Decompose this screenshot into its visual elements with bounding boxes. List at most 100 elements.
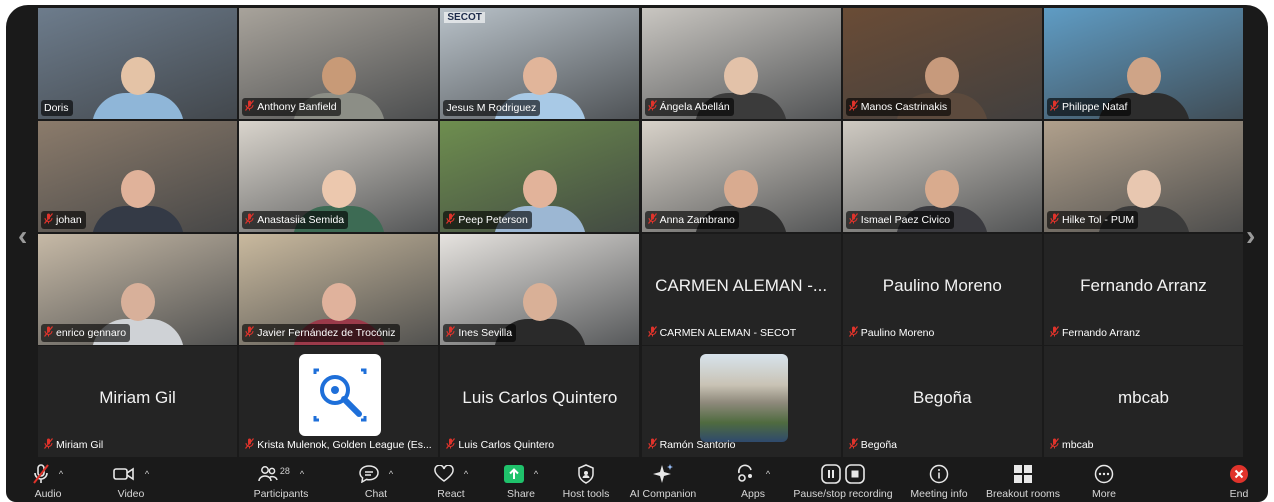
mic-muted-icon [446,325,456,340]
participant-count: 28 [279,466,290,476]
meeting-window: ‹ › Doris Anthony Banfield SECOT Jesus M Ro… [6,5,1268,502]
end-icon [1230,465,1248,483]
participant-tile[interactable]: Paulino Moreno Paulino Moreno [842,233,1042,345]
apps-button[interactable]: ^ Apps [728,462,778,500]
participant-name: johan [56,213,82,226]
participant-tile[interactable]: CARMEN ALEMAN -... CARMEN ALEMAN - SECOT [641,233,841,345]
react-options-caret[interactable]: ^ [464,469,468,479]
breakout-rooms-label: Breakout rooms [985,488,1061,500]
participant-name-label: Philippe Nataf [1047,98,1132,116]
participant-gallery: Doris Anthony Banfield SECOT Jesus M Rodrig… [38,8,1243,460]
stop-recording-icon[interactable] [845,464,865,484]
participant-display-name: Begoña [912,388,972,408]
video-button[interactable]: ^ Video [106,462,156,500]
participant-tile[interactable]: Ines Sevilla [440,233,640,345]
mic-muted-icon [245,325,255,340]
participant-tile[interactable]: enrico gennaro [38,233,237,345]
more-button[interactable]: More [1084,462,1124,500]
share-options-caret[interactable]: ^ [534,469,538,479]
ai-companion-button[interactable]: AI Companion [628,462,698,500]
chat-button[interactable]: ^ Chat [351,462,401,500]
breakout-rooms-button[interactable]: Breakout rooms [982,462,1064,500]
share-label: Share [506,488,536,500]
mic-muted-icon [44,212,53,227]
next-page-arrow[interactable]: › [1246,220,1255,252]
pause-recording-icon[interactable] [821,464,841,484]
participant-name-label: johan [41,210,86,229]
audio-label: Audio [34,488,62,500]
participant-tile[interactable]: SECOT Jesus M Rodriguez [440,8,640,119]
participant-tile[interactable]: Philippe Nataf [1044,8,1243,119]
participant-name: Philippe Nataf [1062,101,1128,113]
chat-icon [359,465,379,483]
participant-head [522,57,557,95]
participant-name: Krista Mulenok, Golden League (Es... [257,439,432,452]
participant-tile[interactable]: mbcab mbcab [1044,346,1243,458]
recording-button[interactable]: Pause/stop recording [788,462,898,500]
apps-options-caret[interactable]: ^ [766,469,770,479]
end-button[interactable]: End [1222,462,1256,500]
audio-options-caret[interactable]: ^ [59,469,63,479]
mic-muted-icon [1050,212,1059,227]
mic-muted-icon [245,100,255,114]
participant-torso [91,205,184,232]
mic-muted-icon [1050,325,1059,340]
participant-tile[interactable]: Peep Peterson [440,120,640,232]
participant-tile[interactable]: Doris [38,8,237,119]
participant-name-label: Krista Mulenok, Golden League (Es... [242,436,435,454]
participants-label: Participants [253,488,309,500]
apps-icon [737,464,752,482]
participants-options-caret[interactable]: ^ [300,469,304,479]
magnifier-icon [313,368,367,422]
share-button[interactable]: ^ Share [496,462,546,500]
mic-muted-icon [647,438,657,452]
video-options-caret[interactable]: ^ [145,469,149,479]
participant-tile[interactable]: Javier Fernández de Trocóniz [239,233,439,345]
host-tools-button[interactable]: Host tools [561,462,611,500]
participant-tile[interactable]: Fernando Arranz Fernando Arranz [1044,233,1243,345]
participant-display-name: Fernando Arranz [1080,275,1207,295]
prev-page-arrow[interactable]: ‹ [18,220,27,252]
participant-tile[interactable]: Krista Mulenok, Golden League (Es... [239,346,439,458]
participant-name: Luis Carlos Quintero [458,439,555,452]
participant-tile[interactable]: Anastasiia Semida [239,120,439,232]
participant-video [91,169,184,232]
participant-name-label: Ramón Santorio [645,436,740,454]
participant-tile[interactable]: johan [38,120,237,232]
participant-tile[interactable]: Luis Carlos Quintero Luis Carlos Quintero [440,346,640,458]
mic-muted-icon [446,212,456,227]
participant-video [91,57,184,119]
participant-tile[interactable]: Hilke Tol - PUM [1044,120,1243,232]
meeting-info-button[interactable]: Meeting info [906,462,972,500]
participant-name-label: Hilke Tol - PUM [1047,210,1139,229]
participant-tile[interactable]: Ismael Paez Civico [842,120,1042,232]
participant-name: Begoña [860,439,897,452]
participant-name: Anastasiia Semida [257,213,345,226]
participant-name: enrico gennaro [56,326,127,339]
participant-tile[interactable]: Miriam Gil Miriam Gil [38,346,237,458]
chat-options-caret[interactable]: ^ [389,469,393,479]
participant-head [120,282,155,321]
mic-muted-icon [44,325,53,340]
react-button[interactable]: ^ React [426,462,476,500]
participant-name-label: Javier Fernández de Trocóniz [242,323,400,342]
participant-tile[interactable]: Begoña Begoña [842,346,1042,458]
breakout-icon [1014,465,1032,483]
mic-muted-icon [647,212,657,227]
mic-muted-icon [848,438,858,452]
participant-tile[interactable]: Anna Zambrano [641,120,841,232]
participant-display-name: Paulino Moreno [882,275,1002,295]
participant-display-name: Miriam Gil [99,388,176,408]
participant-name: Fernando Arranz [1062,326,1141,339]
participants-button[interactable]: 28 ^ Participants [246,462,316,500]
participant-tile[interactable]: Manos Castrinakis [842,8,1042,119]
participant-name-label: Manos Castrinakis [845,98,952,116]
participant-tile[interactable]: Ramón Santorio [641,346,841,458]
participant-tile[interactable]: Ángela Abellán [641,8,841,119]
participant-head [1126,169,1161,208]
participant-head [522,282,557,321]
participant-head [321,57,356,95]
participant-head [321,282,356,321]
participant-tile[interactable]: Anthony Banfield [239,8,439,119]
audio-button[interactable]: ^ Audio [28,462,68,500]
